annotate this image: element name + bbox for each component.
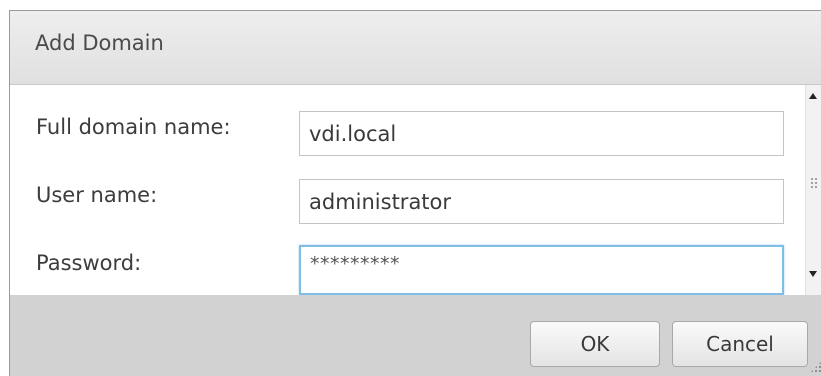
scroll-thumb-grip-icon[interactable]	[810, 177, 818, 189]
password-label: Password:	[36, 251, 142, 275]
resize-grip-icon[interactable]	[810, 361, 821, 373]
cancel-button[interactable]: Cancel	[672, 321, 808, 367]
full-domain-name-input[interactable]	[299, 111, 784, 156]
user-name-label: User name:	[36, 183, 158, 207]
add-domain-dialog: Add Domain Full domain name: User name: …	[9, 10, 821, 376]
scroll-up-arrow-icon[interactable]	[809, 93, 817, 99]
dialog-title: Add Domain	[35, 31, 164, 55]
ok-button[interactable]: OK	[530, 321, 660, 367]
dialog-footer: OK Cancel	[10, 295, 821, 376]
scroll-down-arrow-icon[interactable]	[809, 271, 817, 277]
password-masked-value: *********	[310, 253, 400, 275]
user-name-input[interactable]	[299, 179, 784, 224]
full-domain-name-label: Full domain name:	[36, 115, 231, 139]
dialog-body: Full domain name: User name: Password: *…	[10, 85, 821, 295]
dialog-titlebar[interactable]: Add Domain	[10, 11, 821, 85]
password-input[interactable]: *********	[299, 245, 784, 295]
form-scrollbar[interactable]	[805, 85, 821, 295]
